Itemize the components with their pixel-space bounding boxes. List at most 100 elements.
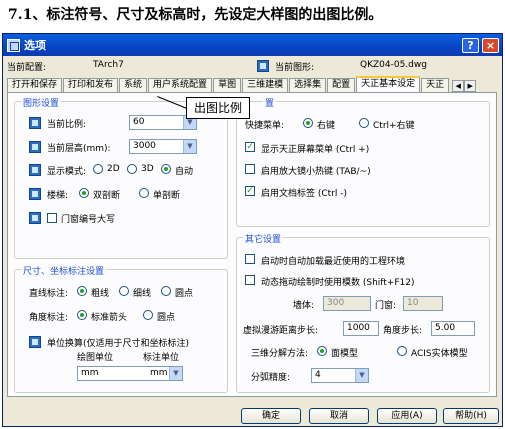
door-window-upper-checkbox[interactable] bbox=[47, 213, 57, 223]
floor-height-combo[interactable]: 3000 ▼ bbox=[129, 139, 197, 154]
tab-drafting[interactable]: 草图 bbox=[213, 78, 242, 92]
shortcut-right-click-label: 右键 bbox=[317, 121, 336, 131]
floor-height-icon bbox=[29, 141, 41, 153]
tab-tangent-more[interactable]: 天正 bbox=[421, 78, 450, 92]
dynamic-drag-label: 动态拖动绘制时使用模数 (Shift+F12) bbox=[261, 278, 415, 288]
app-icon bbox=[7, 38, 20, 52]
scale-label: 当前比例: bbox=[47, 120, 87, 130]
wall-input[interactable]: 300 bbox=[323, 296, 371, 311]
current-config-value: TArch7 bbox=[93, 60, 124, 70]
annotation-unit-label: 标注单位 bbox=[143, 353, 180, 363]
dialog-title: 选项 bbox=[24, 39, 46, 52]
cancel-button[interactable]: 取消 bbox=[309, 408, 369, 424]
arc-precision-combo[interactable]: 4 ▼ bbox=[311, 368, 369, 383]
tab-scroll-left-icon[interactable]: ◀ bbox=[452, 80, 465, 92]
apply-button[interactable]: 应用(A) bbox=[377, 408, 437, 424]
decompose-label: 三维分解方法: bbox=[251, 349, 309, 359]
linear-thick-radio[interactable] bbox=[77, 286, 87, 296]
drawing-unit-value: mm bbox=[81, 368, 99, 378]
menu-settings-legend: 置 bbox=[263, 96, 277, 109]
decompose-acis-radio[interactable] bbox=[397, 346, 407, 356]
zoom-thumbnail-checkbox[interactable] bbox=[245, 164, 255, 174]
other-settings-group: 其它设置 启动时自动加载最近使用的工程环境 动态拖动绘制时使用模数 (Shift… bbox=[236, 232, 490, 393]
tab-selection[interactable]: 选择集 bbox=[289, 78, 327, 92]
show-screen-menu-checkbox[interactable]: ✓ bbox=[245, 142, 255, 152]
scale-callout: 出图比例 bbox=[186, 97, 250, 119]
tab-tangent-basic[interactable]: 天正基本设定 bbox=[356, 76, 421, 92]
arc-precision-label: 分弧精度: bbox=[251, 373, 291, 383]
door-window-icon bbox=[29, 212, 41, 224]
roaming-step-label: 虚拟漫游距离步长: bbox=[243, 326, 319, 336]
auto-load-label: 启动时自动加载最近使用的工程环境 bbox=[261, 257, 406, 267]
ok-button[interactable]: 确定 bbox=[241, 408, 301, 424]
display-3d-radio[interactable] bbox=[127, 164, 137, 174]
dimension-settings-group: 尺寸、坐标标注设置 直线标注: 粗线 细线 圆点 角度标注: 标准箭头 圆点 单… bbox=[14, 264, 228, 393]
current-drawing-label: 当前图形: bbox=[275, 63, 315, 73]
auto-load-checkbox[interactable] bbox=[245, 254, 255, 264]
angle-arrow-label: 标准箭头 bbox=[91, 313, 128, 323]
chevron-down-icon[interactable]: ▼ bbox=[169, 367, 182, 380]
unit-combo[interactable]: mm mm ▼ bbox=[77, 366, 183, 381]
door-label: 门窗: bbox=[375, 301, 397, 311]
linear-dim-label: 直线标注: bbox=[29, 289, 69, 299]
chevron-down-icon[interactable]: ▼ bbox=[183, 140, 196, 153]
arc-precision-value: 4 bbox=[315, 370, 321, 380]
floor-height-label: 当前层高(mm): bbox=[47, 144, 111, 154]
display-2d-radio[interactable] bbox=[93, 164, 103, 174]
tab-plot-publish[interactable]: 打印和发布 bbox=[63, 78, 119, 92]
angle-arrow-radio[interactable] bbox=[77, 310, 87, 320]
zoom-thumbnail-label: 启用放大镜小热键 (TAB/~) bbox=[261, 167, 371, 177]
linear-thin-radio[interactable] bbox=[119, 286, 129, 296]
stairs-label: 楼梯: bbox=[47, 191, 69, 201]
doc-tabs-checkbox[interactable]: ✓ bbox=[245, 186, 255, 196]
graphics-settings-legend: 图形设置 bbox=[21, 96, 62, 109]
angle-step-label: 角度步长: bbox=[383, 326, 423, 336]
decompose-face-radio[interactable] bbox=[317, 346, 327, 356]
stairs-double-radio[interactable] bbox=[79, 188, 89, 198]
roaming-step-input[interactable]: 1000 bbox=[343, 321, 379, 336]
stairs-single-radio[interactable] bbox=[139, 188, 149, 198]
decompose-acis-label: ACIS实体模型 bbox=[411, 349, 468, 359]
angle-step-input[interactable]: 5.00 bbox=[431, 321, 475, 336]
tab-user-prefs[interactable]: 用户系统配置 bbox=[148, 78, 213, 92]
floor-height-value: 3000 bbox=[133, 141, 156, 151]
tab-open-save[interactable]: 打开和保存 bbox=[7, 78, 63, 92]
tab-panel: 图形设置 当前比例: 60 ▼ 当前层高(mm): 3000 ▼ 显示模式: 2… bbox=[7, 92, 497, 397]
dynamic-drag-checkbox[interactable] bbox=[245, 275, 255, 285]
decompose-face-label: 面模型 bbox=[331, 349, 359, 359]
scale-value: 60 bbox=[133, 117, 145, 127]
angle-dot-label: 圆点 bbox=[157, 313, 176, 323]
current-config-label: 当前配置: bbox=[7, 63, 47, 73]
display-mode-icon bbox=[29, 164, 41, 176]
help-button[interactable]: 帮助(H) bbox=[443, 408, 499, 424]
shortcut-menu-label: 快捷菜单: bbox=[245, 121, 285, 131]
shortcut-ctrl-right-radio[interactable] bbox=[359, 118, 369, 128]
help-titlebar-button[interactable]: ? bbox=[462, 38, 479, 53]
door-input[interactable]: 10 bbox=[403, 296, 443, 311]
dialog-titlebar: 选项 ? × bbox=[3, 34, 502, 56]
close-button[interactable]: × bbox=[482, 38, 499, 53]
tab-system[interactable]: 系统 bbox=[119, 78, 148, 92]
linear-thin-label: 细线 bbox=[133, 289, 152, 299]
angle-dot-radio[interactable] bbox=[143, 310, 153, 320]
door-window-upper-label: 门窗编号大写 bbox=[61, 215, 116, 225]
chevron-down-icon[interactable]: ▼ bbox=[355, 369, 368, 382]
tab-scroll-right-icon[interactable]: ▶ bbox=[464, 80, 477, 92]
current-drawing-value: QKZ04-05.dwg bbox=[360, 60, 427, 70]
page-heading: 7.1、标注符号、尺寸及标高时，先设定大样图的出图比例。 bbox=[8, 7, 383, 23]
display-auto-label: 自动 bbox=[175, 167, 194, 177]
tab-3d-modeling[interactable]: 三维建模 bbox=[242, 78, 289, 92]
options-dialog: 选项 ? × 当前配置: TArch7 当前图形: QKZ04-05.dwg 打… bbox=[2, 33, 503, 427]
show-screen-menu-label: 显示天正屏幕菜单 (Ctrl +) bbox=[261, 145, 370, 155]
tab-strip: 打开和保存 打印和发布 系统 用户系统配置 草图 三维建模 选择集 配置 天正基… bbox=[7, 76, 498, 92]
shortcut-right-click-radio[interactable] bbox=[303, 118, 313, 128]
stairs-double-label: 双剖断 bbox=[93, 191, 121, 201]
linear-dot-radio[interactable] bbox=[161, 286, 171, 296]
tab-profiles[interactable]: 配置 bbox=[327, 78, 356, 92]
scale-icon bbox=[29, 117, 41, 129]
drawing-unit-label: 绘图单位 bbox=[77, 353, 114, 363]
display-mode-label: 显示模式: bbox=[47, 167, 87, 177]
display-auto-radio[interactable] bbox=[161, 164, 171, 174]
other-settings-legend: 其它设置 bbox=[243, 232, 284, 245]
dimension-settings-legend: 尺寸、坐标标注设置 bbox=[21, 264, 107, 277]
